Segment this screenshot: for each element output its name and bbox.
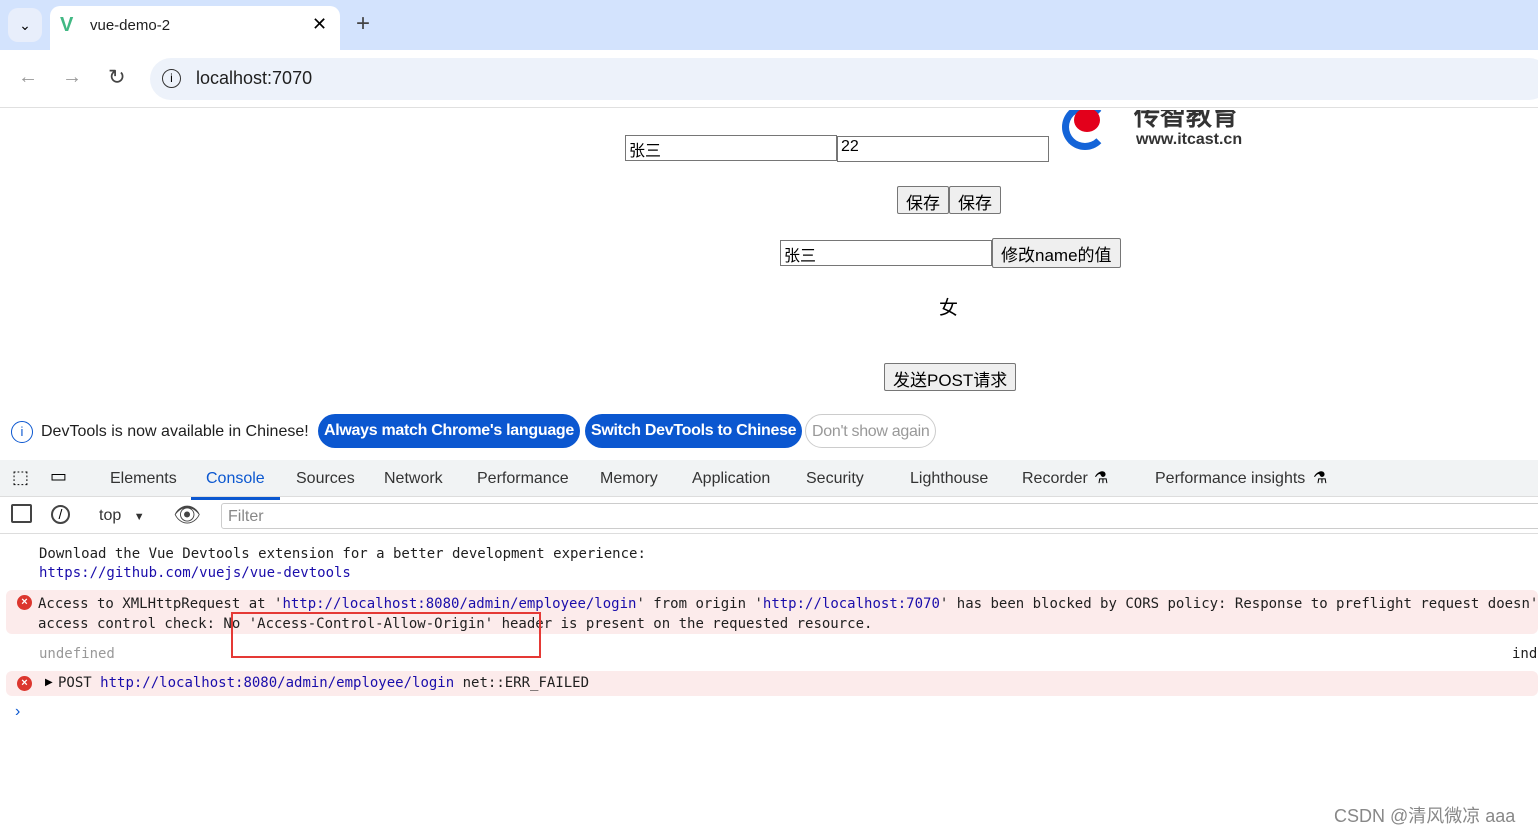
dropdown-icon: ▼ [133,511,145,523]
error-icon: × [17,595,32,610]
tab-performance-insights[interactable]: Performance insights [1155,470,1305,488]
post-url-link[interactable]: http://localhost:8080/admin/employee/log… [100,675,454,691]
watermark: CSDN @清风微凉 aaa [1334,806,1516,826]
tab-lighthouse[interactable]: Lighthouse [910,470,988,488]
console-prompt-icon[interactable]: › [15,703,20,721]
logo-url: www.itcast.cn [1136,131,1243,148]
origin-link[interactable]: http://localhost:7070 [763,596,940,612]
name-input-2[interactable]: 张三 [780,240,992,266]
console-message: Download the Vue Devtools extension for … [39,545,646,583]
error-icon: × [17,676,32,691]
name-input[interactable]: 张三 [625,135,837,161]
url-text: localhost:7070 [196,68,313,88]
tab-sources[interactable]: Sources [296,470,355,488]
gender-text: 女 [939,298,959,319]
error-text: Access to XMLHttpRequest at ' [38,596,283,612]
switch-to-chinese-button[interactable]: Switch DevTools to Chinese [585,414,803,448]
context-select[interactable]: top ▼ [99,507,145,525]
tab-search-button[interactable]: ⌄ [8,8,42,42]
error-text: net::ERR_FAILED [454,675,590,691]
close-tab-icon[interactable]: ✕ [312,14,327,35]
banner-text: DevTools is now available in Chinese! [41,423,309,440]
highlight-box [231,612,541,658]
error-text: POST [58,675,101,691]
flask-icon: ⚗ [1313,470,1328,487]
tab-console[interactable]: Console [191,470,280,500]
new-tab-icon[interactable]: + [356,10,370,38]
flask-icon: ⚗ [1094,470,1109,487]
tab-memory[interactable]: Memory [600,470,658,488]
change-name-button[interactable]: 修改name的值 [992,238,1121,268]
inspect-element-icon[interactable]: ⬚ [12,467,29,488]
forward-icon[interactable]: → [62,66,82,89]
sidebar-toggle-icon[interactable] [11,504,32,523]
address-bar[interactable]: i localhost:7070 [150,58,1538,100]
itcast-logo: 传智教育 www.itcast.cn [1060,110,1260,155]
vue-logo-icon: V [60,14,74,36]
tab-title: vue-demo-2 [90,17,171,34]
clear-console-icon[interactable]: / [51,505,70,524]
site-info-icon[interactable]: i [162,69,181,88]
save-button-1[interactable]: 保存 [897,186,949,214]
info-icon: i [11,421,33,443]
tab-security[interactable]: Security [806,470,864,488]
expand-triangle-icon[interactable]: ▶ [45,677,53,688]
tab-recorder[interactable]: Recorder [1022,470,1088,488]
context-value: top [99,507,122,524]
source-link[interactable]: ind [1512,646,1537,662]
undefined-result: undefined [39,646,115,662]
filter-placeholder: Filter [228,508,264,525]
tab-performance[interactable]: Performance [477,470,569,488]
back-icon[interactable]: ← [18,66,38,89]
send-post-button[interactable]: 发送POST请求 [884,363,1017,391]
tab-application[interactable]: Application [692,470,770,488]
dont-show-again-button[interactable]: Don't show again [805,414,937,448]
tab-network[interactable]: Network [384,470,443,488]
live-expression-eye-icon[interactable]: 👁 [173,502,201,528]
reload-icon[interactable]: ↻ [108,65,126,90]
message-text: Download the Vue Devtools extension for … [39,546,646,562]
always-match-language-button[interactable]: Always match Chrome's language [318,414,580,448]
browser-tab[interactable]: V vue-demo-2 ✕ [50,6,340,50]
error-text: ' has been blocked by CORS policy: Respo… [939,596,1538,612]
tab-elements[interactable]: Elements [110,470,177,488]
console-error-post: × ▶ POST http://localhost:8080/admin/emp… [6,671,1538,696]
age-input[interactable]: 22 [837,136,1049,162]
vue-devtools-link[interactable]: https://github.com/vuejs/vue-devtools [39,565,351,581]
save-button-2[interactable]: 保存 [949,186,1001,214]
filter-input[interactable]: Filter [221,503,1538,529]
login-url-link[interactable]: http://localhost:8080/admin/employee/log… [282,596,636,612]
error-text: ' from origin ' [636,596,763,612]
device-toggle-icon[interactable]: ▭ [50,466,67,487]
